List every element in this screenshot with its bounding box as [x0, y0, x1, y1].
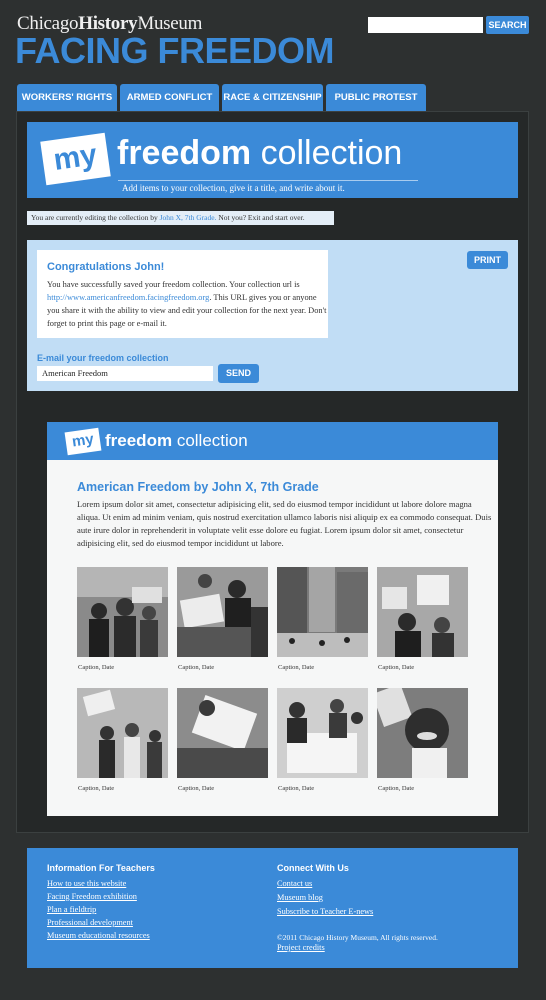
- photo-caption: Caption, Date: [78, 785, 115, 792]
- photo-caption: Caption, Date: [278, 664, 315, 671]
- search-input[interactable]: [368, 17, 483, 33]
- editing-prefix: You are currently editing the collection…: [31, 213, 158, 222]
- connect-heading: Connect With Us: [277, 863, 349, 873]
- footer-link-educational-resources[interactable]: Museum educational resources: [47, 931, 150, 940]
- preview-my-logo: my: [64, 427, 102, 456]
- collection-photo[interactable]: [177, 688, 268, 778]
- photo-caption: Caption, Date: [178, 664, 215, 671]
- banner-title-light: collection: [260, 134, 403, 172]
- footer-link-blog[interactable]: Museum blog: [277, 893, 323, 902]
- my-logo: my: [40, 132, 111, 186]
- collection-photo[interactable]: [177, 567, 268, 657]
- footer-link-professional-development[interactable]: Professional development: [47, 918, 133, 927]
- tab-armed-conflict[interactable]: ARMED CONFLICT: [120, 84, 219, 112]
- email-label: E-mail your freedom collection: [37, 353, 169, 363]
- preview-title-light: collection: [176, 431, 248, 450]
- footer-link-contact[interactable]: Contact us: [277, 879, 312, 888]
- tab-race-citizenship[interactable]: RACE & CITIZENSHIP: [222, 84, 323, 112]
- footer-link-enews[interactable]: Subscribe to Teacher E-news: [277, 907, 373, 916]
- congrats-title: Congratulations John!: [47, 261, 165, 273]
- editing-exit-link[interactable]: Not you? Exit and start over.: [218, 213, 304, 222]
- photo-caption: Caption, Date: [78, 664, 115, 671]
- teachers-heading: Information For Teachers: [47, 863, 155, 873]
- send-button[interactable]: SEND: [218, 364, 259, 383]
- banner-subtitle: Add items to your collection, give it a …: [122, 183, 345, 193]
- tab-public-protest[interactable]: PUBLIC PROTEST: [326, 84, 426, 112]
- print-button[interactable]: PRINT: [467, 251, 508, 269]
- collection-photo[interactable]: [277, 567, 368, 657]
- tab-workers-rights[interactable]: WORKERS' RIGHTS: [17, 84, 117, 112]
- preview-banner-title: freedom collection: [105, 431, 248, 451]
- collection-description: Lorem ipsum dolor sit amet, consectetur …: [77, 499, 492, 548]
- email-input[interactable]: [37, 366, 213, 381]
- collection-photo[interactable]: [377, 567, 468, 657]
- preview-title-bold: freedom: [105, 431, 173, 450]
- footer-link-credits[interactable]: Project credits: [277, 943, 325, 952]
- collection-title: American Freedom by John X, 7th Grade: [77, 480, 319, 494]
- collection-photo[interactable]: [77, 567, 168, 657]
- footer-link-exhibition[interactable]: Facing Freedom exhibition: [47, 892, 137, 901]
- collection-url-link[interactable]: http://www.americanfreedom.facingfreedom…: [47, 293, 209, 302]
- photo-caption: Caption, Date: [178, 785, 215, 792]
- collection-photo[interactable]: [77, 688, 168, 778]
- banner-title-bold: freedom: [117, 134, 252, 172]
- footer-link-fieldtrip[interactable]: Plan a fieldtrip: [47, 905, 96, 914]
- congrats-text-1: You have successfully saved your freedom…: [47, 280, 300, 289]
- photo-caption: Caption, Date: [278, 785, 315, 792]
- banner-title: freedom collection: [117, 133, 402, 173]
- photo-caption: Caption, Date: [378, 785, 415, 792]
- search-button[interactable]: SEARCH: [486, 16, 529, 34]
- editor-name-link[interactable]: John X, 7th Grade.: [160, 213, 217, 222]
- copyright: ©2011 Chicago History Museum, All rights…: [277, 933, 438, 942]
- collection-photo[interactable]: [377, 688, 468, 778]
- editing-notice: You are currently editing the collection…: [27, 211, 334, 225]
- banner-divider: [118, 180, 418, 181]
- footer-link-how-to-use[interactable]: How to use this website: [47, 879, 126, 888]
- photo-caption: Caption, Date: [378, 664, 415, 671]
- site-title[interactable]: FACING FREEDOM: [15, 31, 335, 71]
- collection-photo[interactable]: [277, 688, 368, 778]
- congrats-message: You have successfully saved your freedom…: [47, 278, 327, 330]
